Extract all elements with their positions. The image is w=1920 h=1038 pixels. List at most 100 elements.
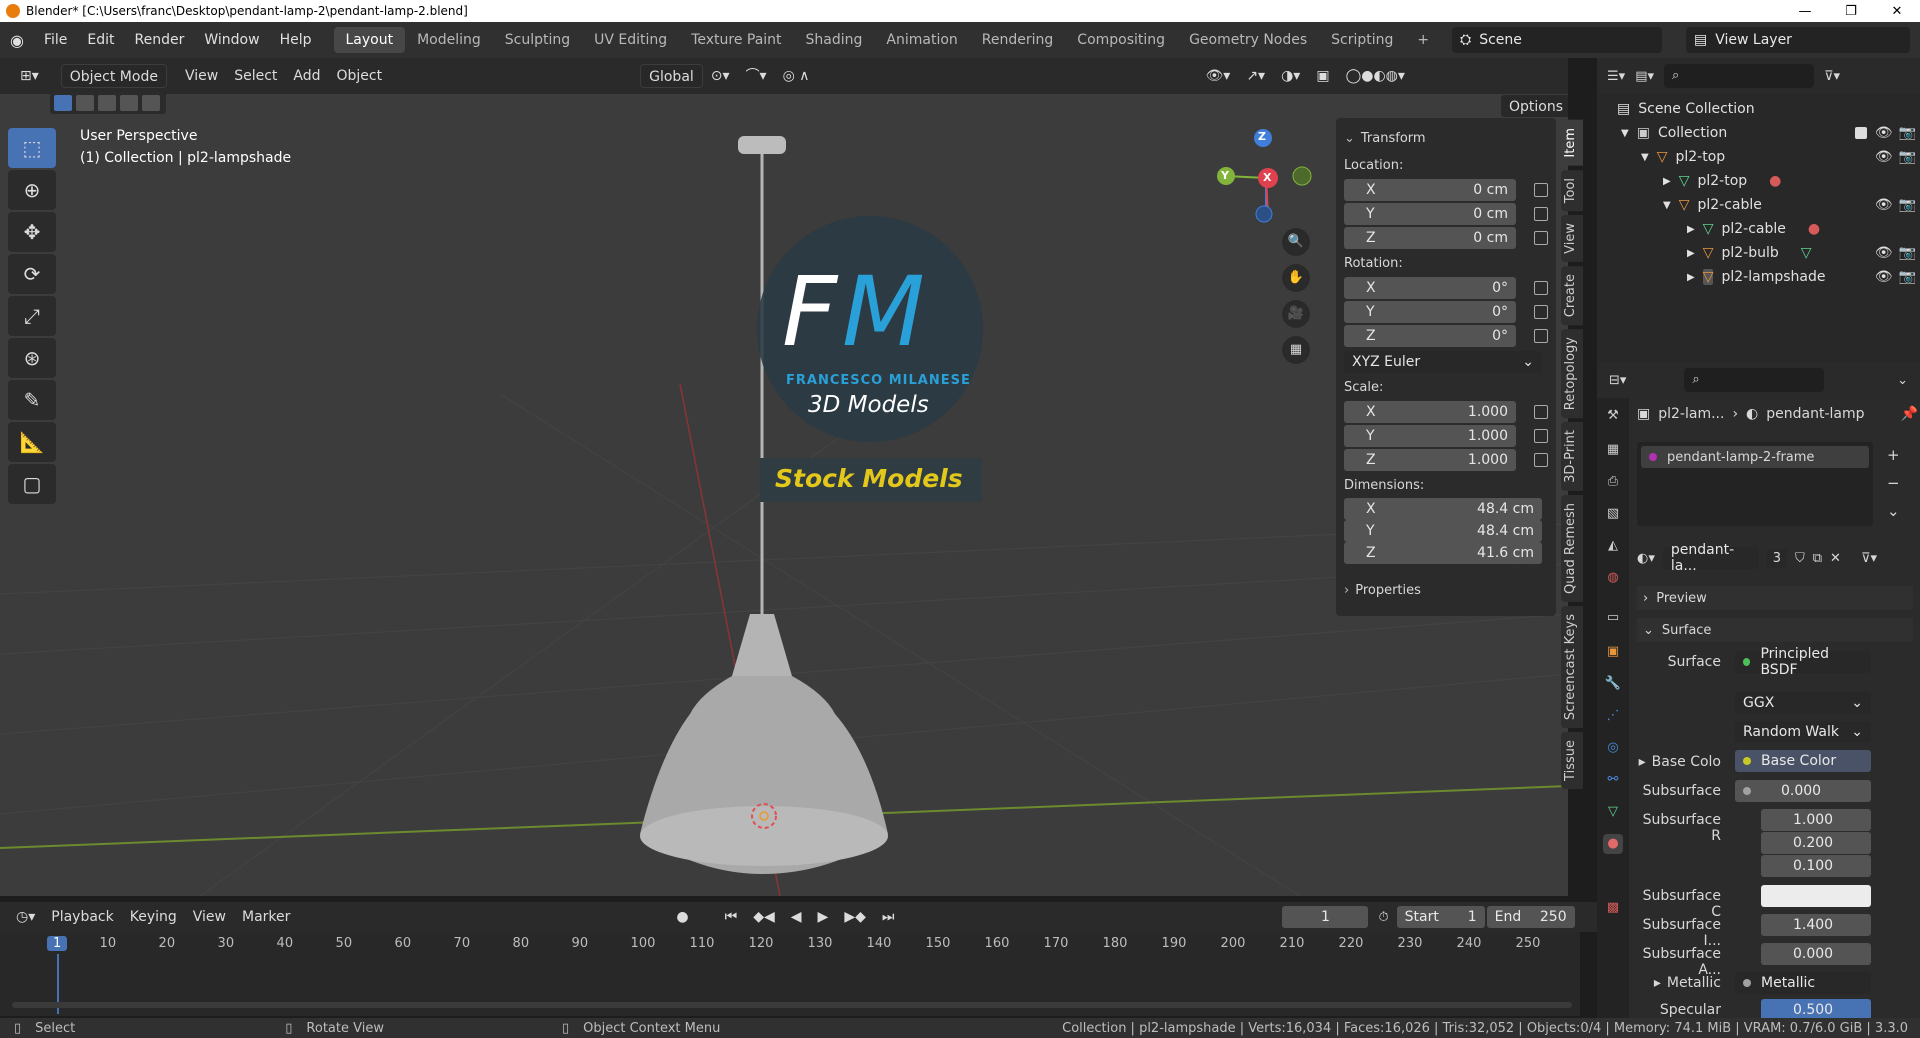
particles-properties-icon[interactable]: ⋰ <box>1603 706 1623 726</box>
annotate-tool-icon[interactable]: ✎ <box>8 380 56 420</box>
properties-search-input[interactable]: ⌕ <box>1684 368 1825 392</box>
subsurface-radius-z-field[interactable]: 0.100 <box>1761 855 1871 877</box>
timeline-view-menu[interactable]: View <box>185 905 234 929</box>
render-properties-icon[interactable]: ▦ <box>1603 440 1623 460</box>
select-invert-icon[interactable] <box>120 95 138 111</box>
tab-quad-remesh[interactable]: Quad Remesh <box>1561 495 1583 602</box>
jump-end-icon[interactable]: ⏭ <box>874 905 903 929</box>
camera-icon[interactable]: 📷 <box>1899 197 1916 213</box>
tab-shading[interactable]: Shading <box>794 27 875 53</box>
lock-icon[interactable] <box>1534 429 1548 443</box>
outliner-row-pl2-lampshade[interactable]: ▶ ▽ pl2-lampshade 👁 📷 <box>1687 266 1916 288</box>
output-properties-icon[interactable]: ⎙ <box>1603 472 1623 492</box>
material-browse-icon[interactable]: ◐▾ <box>1637 551 1655 566</box>
add-workspace-button[interactable]: + <box>1405 27 1441 53</box>
tab-3d-print[interactable]: 3D-Print <box>1561 422 1583 492</box>
scale-y-field[interactable]: Y 1.000 <box>1344 425 1516 447</box>
start-frame-field[interactable]: Start 1 <box>1396 906 1485 928</box>
tab-view[interactable]: View <box>1561 214 1583 262</box>
maximize-button[interactable]: ❐ <box>1828 4 1874 19</box>
menu-window[interactable]: Window <box>194 32 269 48</box>
outliner-row-pl2-bulb[interactable]: ▶ ▽ pl2-bulb ▽ 👁 📷 <box>1687 242 1916 264</box>
play-reverse-icon[interactable]: ◀ <box>783 905 810 929</box>
display-mode-icon[interactable]: ▤▾ <box>1635 69 1654 84</box>
tab-retopology[interactable]: Retopology <box>1561 328 1583 419</box>
tab-tool[interactable]: Tool <box>1561 169 1583 211</box>
snap-icon[interactable]: ⌒▾ <box>738 64 775 88</box>
rotate-tool-icon[interactable]: ⟳ <box>8 254 56 294</box>
outliner-row-pl2-cable-mesh[interactable]: ▶ ▽ pl2-cable ● <box>1687 218 1820 240</box>
tab-modeling[interactable]: Modeling <box>405 27 493 53</box>
lock-icon[interactable] <box>1534 183 1548 197</box>
unlink-material-icon[interactable]: ✕ <box>1830 551 1841 566</box>
keying-menu[interactable]: Keying <box>122 905 185 929</box>
lock-icon[interactable] <box>1534 231 1548 245</box>
playback-menu[interactable]: Playback <box>43 905 121 929</box>
eye-icon[interactable]: 👁 <box>1875 269 1893 285</box>
tool-properties-icon[interactable]: ⚒ <box>1603 406 1623 426</box>
select-extend-icon[interactable] <box>76 95 94 111</box>
eye-icon[interactable]: 👁 <box>1875 125 1893 141</box>
physics-properties-icon[interactable]: ◎ <box>1603 738 1623 758</box>
jump-keyframe-forward-icon[interactable]: ▶◆ <box>836 905 874 929</box>
surface-panel-header[interactable]: ⌄ Surface <box>1637 618 1913 642</box>
xray-icon[interactable]: ▣ <box>1308 64 1337 88</box>
data-properties-icon[interactable]: ▽ <box>1603 802 1623 822</box>
subsurface-radius-x-field[interactable]: 1.000 <box>1761 809 1871 831</box>
menu-render[interactable]: Render <box>125 32 195 48</box>
subsurface-radius-y-field[interactable]: 0.200 <box>1761 832 1871 854</box>
pivot-icon[interactable]: ⊙▾ <box>703 64 738 88</box>
select-subtract-icon[interactable] <box>98 95 116 111</box>
scene-properties-icon[interactable]: ◭ <box>1603 536 1623 556</box>
view-layer-selector[interactable]: ▤ View Layer <box>1686 27 1910 53</box>
distribution-dropdown[interactable]: GGX ⌄ <box>1735 692 1871 714</box>
location-z-field[interactable]: Z 0 cm <box>1344 227 1516 249</box>
subsurface-field[interactable]: 0.000 <box>1735 780 1871 802</box>
select-intersect-icon[interactable] <box>142 95 160 111</box>
scale-x-field[interactable]: X 1.000 <box>1344 401 1516 423</box>
scale-tool-icon[interactable]: ⤢ <box>8 296 56 336</box>
cursor-tool-icon[interactable]: ⊕ <box>8 170 56 210</box>
close-button[interactable]: ✕ <box>1874 4 1920 19</box>
properties-editor-icon[interactable]: ⊟▾ <box>1609 373 1626 388</box>
lock-icon[interactable] <box>1534 329 1548 343</box>
view-layer-properties-icon[interactable]: ▧ <box>1603 504 1623 524</box>
camera-icon[interactable]: 📷 <box>1899 269 1916 285</box>
constraints-properties-icon[interactable]: ⚯ <box>1603 770 1623 790</box>
object-properties-icon[interactable]: ▣ <box>1603 642 1623 662</box>
header-menu-view[interactable]: View <box>177 64 226 88</box>
eye-icon[interactable]: 👁 <box>1875 197 1893 213</box>
tab-compositing[interactable]: Compositing <box>1065 27 1177 53</box>
mode-dropdown[interactable]: Object Mode <box>60 64 167 88</box>
location-x-field[interactable]: X 0 cm <box>1344 179 1516 201</box>
tab-item[interactable]: Item <box>1561 120 1583 166</box>
material-users-count[interactable]: 3 <box>1766 548 1787 568</box>
world-properties-icon[interactable]: ◍ <box>1603 568 1623 588</box>
timeline-editor-icon[interactable]: ◷▾ <box>8 905 43 929</box>
tab-geometry-nodes[interactable]: Geometry Nodes <box>1177 27 1319 53</box>
orientation-dropdown[interactable]: Global <box>640 64 703 88</box>
tab-sculpting[interactable]: Sculpting <box>493 27 582 53</box>
eye-icon[interactable]: 👁 <box>1875 149 1893 165</box>
header-menu-object[interactable]: Object <box>329 64 391 88</box>
outliner-row-pl2-top-mesh[interactable]: ▶ ▽ pl2-top ● <box>1663 170 1781 192</box>
outliner-row-pl2-cable[interactable]: ▼ ▽ pl2-cable 👁 📷 <box>1663 194 1916 216</box>
menu-file[interactable]: File <box>34 32 77 48</box>
tab-create[interactable]: Create <box>1561 265 1583 325</box>
select-new-icon[interactable] <box>54 95 72 111</box>
modifier-properties-icon[interactable]: 🔧 <box>1603 674 1623 694</box>
lock-icon[interactable] <box>1534 453 1548 467</box>
options-dropdown[interactable]: Options <box>1500 94 1568 118</box>
minimize-button[interactable]: — <box>1782 4 1828 19</box>
timeline-area[interactable]: 1 10 20 30 40 50 60 70 80 90 100 110 120 130 140 150 160… <box>0 932 1580 1016</box>
subsurface-anisotropy-field[interactable]: 0.000 <box>1761 943 1871 965</box>
rotation-x-field[interactable]: X 0° <box>1344 277 1516 299</box>
rotation-mode-dropdown[interactable]: XYZ Euler ⌄ <box>1344 351 1542 373</box>
scale-z-field[interactable]: Z 1.000 <box>1344 449 1516 471</box>
play-icon[interactable]: ▶ <box>810 905 837 929</box>
rotation-z-field[interactable]: Z 0° <box>1344 325 1516 347</box>
record-button[interactable]: ● <box>668 905 696 929</box>
scene-collection-row[interactable]: ▤ Scene Collection <box>1617 98 1755 120</box>
options-chevron-icon[interactable]: ⌄ <box>1897 373 1908 388</box>
pin-icon[interactable]: 📌 <box>1901 406 1918 422</box>
